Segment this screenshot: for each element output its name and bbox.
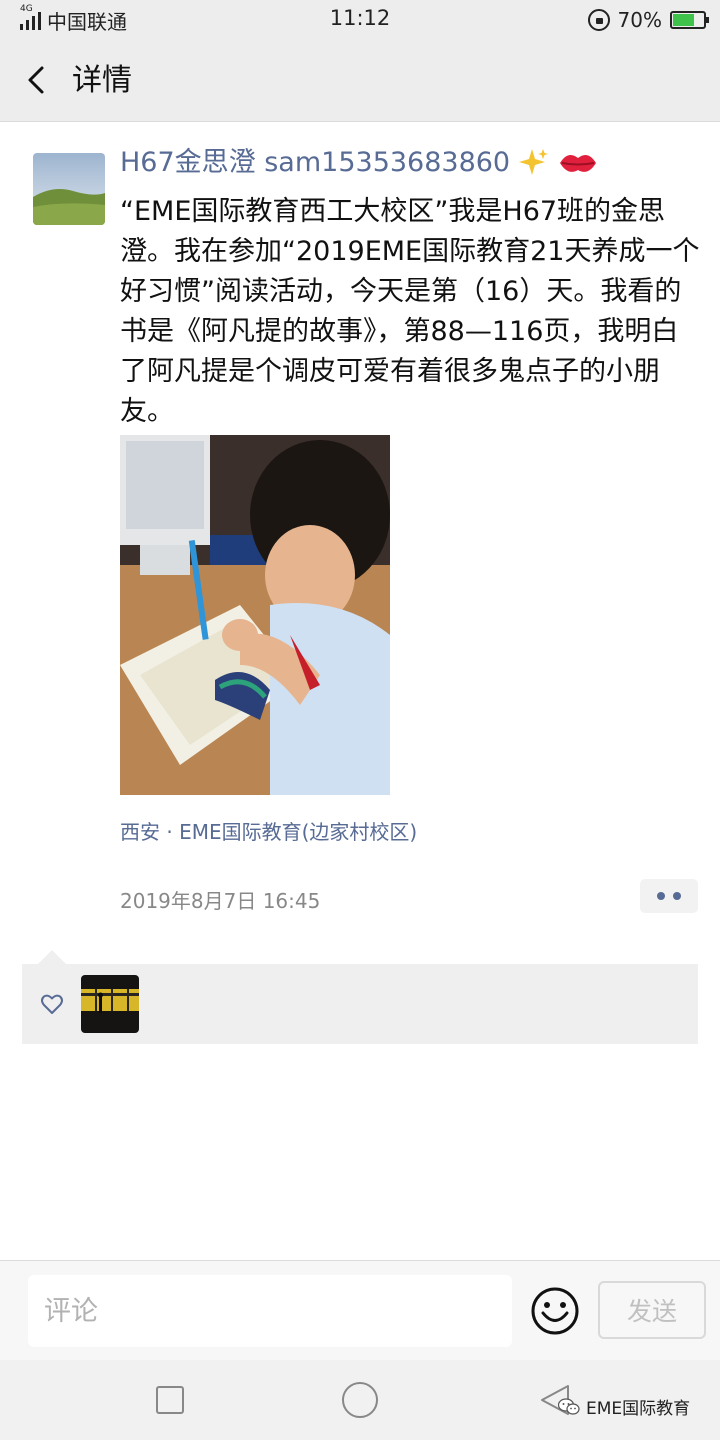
battery-fill: [673, 14, 694, 26]
heart-outline-icon: [41, 994, 63, 1014]
dot: [657, 892, 665, 900]
comment-bar: 发送: [0, 1260, 720, 1360]
post-timestamp: 2019年8月7日 16:45: [120, 889, 321, 913]
nav-bar: 详情: [0, 40, 720, 122]
post-photo[interactable]: [120, 435, 390, 795]
likes-pointer: [38, 950, 66, 964]
post-location[interactable]: 西安 · EME国际教育(边家村校区): [120, 816, 417, 845]
recent-apps-icon[interactable]: [156, 1386, 184, 1414]
page-title: 详情: [72, 63, 132, 98]
chevron-left-icon[interactable]: [20, 62, 56, 98]
post-text: “EME国际教育西工大校区”我是H67班的金思澄。我在参加“2019EME国际教…: [120, 196, 700, 427]
status-bar: 4G 中国联通 11:12 70%: [0, 0, 720, 40]
dot: [673, 892, 681, 900]
likes-panel: [22, 964, 698, 1044]
send-button[interactable]: 发送: [598, 1281, 706, 1339]
smiley-icon[interactable]: [530, 1286, 580, 1336]
home-icon[interactable]: [342, 1382, 378, 1418]
kiss-mark-icon: [560, 154, 597, 172]
liker-avatar[interactable]: [81, 975, 139, 1033]
author-avatar[interactable]: [33, 153, 105, 225]
watermark-text: EME国际教育: [586, 1399, 691, 1419]
wechat-icon: [558, 1397, 580, 1415]
system-nav-bar: EME国际教育: [0, 1360, 720, 1440]
sparkles-icon: [519, 149, 549, 175]
battery-icon: [670, 11, 709, 29]
author-name[interactable]: H67金思澄 sam15353683860: [120, 143, 598, 183]
comment-input[interactable]: [28, 1275, 512, 1347]
watermark: EME国际教育: [558, 1394, 690, 1419]
battery-percent: 70%: [617, 8, 662, 32]
status-right: 70%: [587, 6, 709, 34]
more-dots-icon[interactable]: [640, 879, 698, 913]
author-name-text: H67金思澄 sam15353683860: [120, 147, 511, 178]
rotation-lock-icon: [587, 9, 610, 31]
